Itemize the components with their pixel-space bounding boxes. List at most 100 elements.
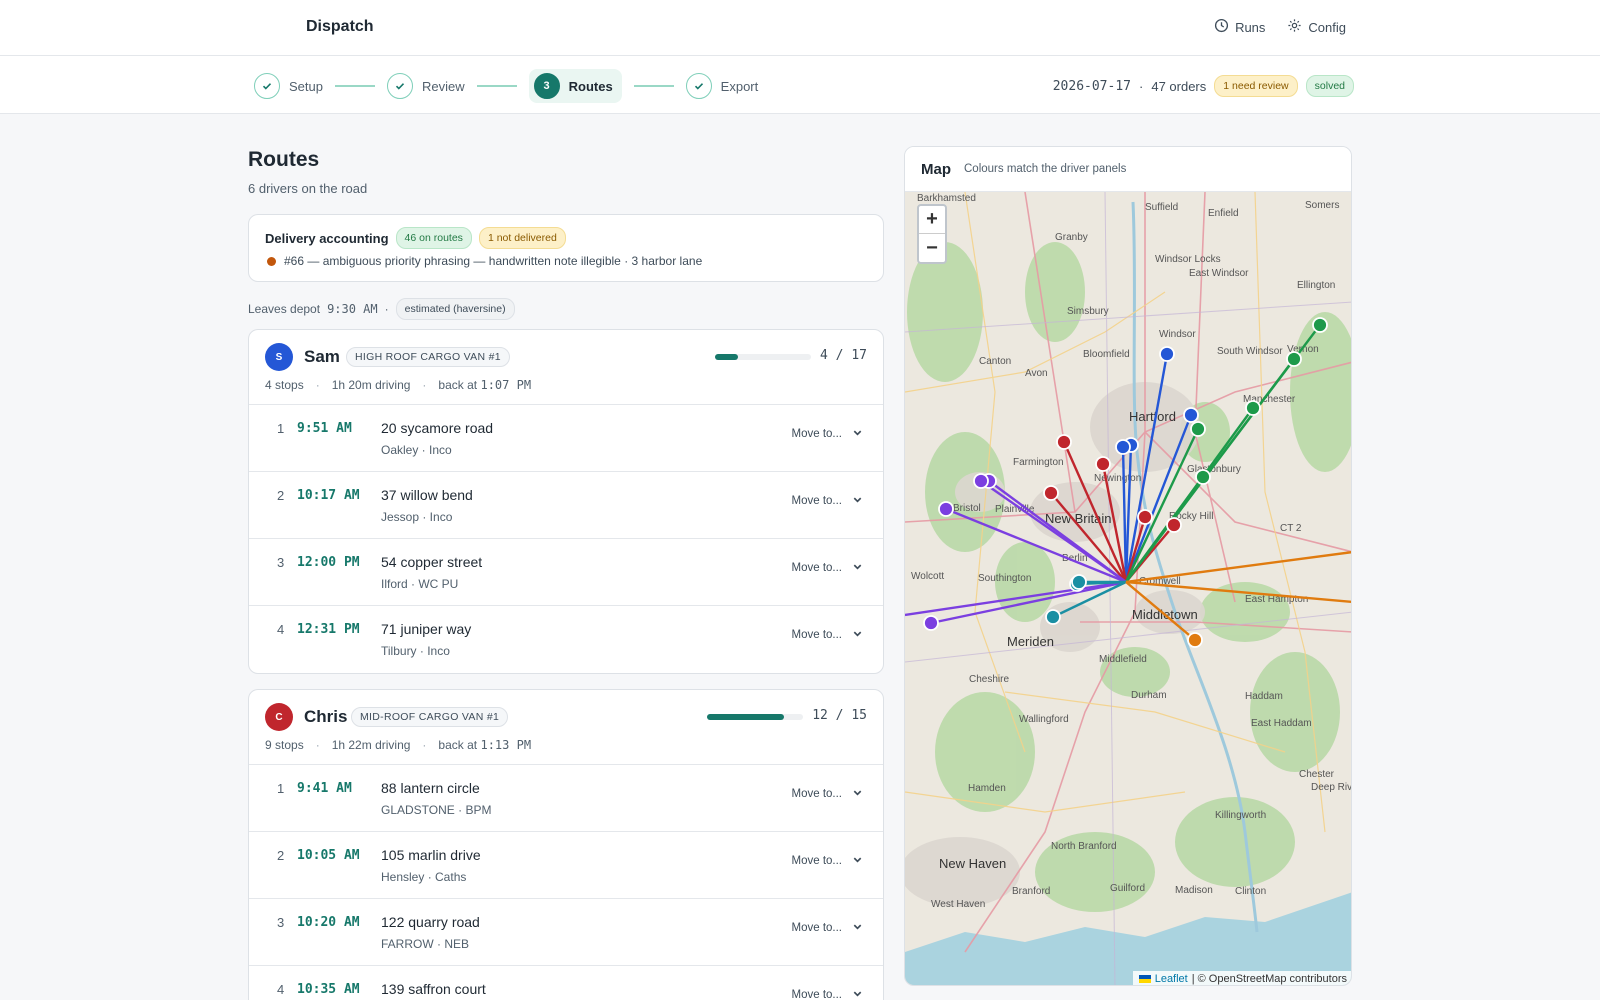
map-place-label: Meriden	[1007, 634, 1054, 649]
stop-marker[interactable]	[923, 615, 939, 631]
stop-marker[interactable]	[1166, 517, 1182, 533]
undelivered-issue[interactable]: #66 — ambiguous priority phrasing — hand…	[284, 254, 702, 268]
zoom-out-button[interactable]: −	[919, 234, 945, 262]
stop-marker[interactable]	[1045, 609, 1061, 625]
config-link[interactable]: Config	[1287, 18, 1346, 36]
map-place-label: Simsbury	[1067, 306, 1109, 317]
map-place-label: Durham	[1131, 690, 1167, 701]
map-card: Map Colours match the driver panels + −	[904, 146, 1352, 986]
step-setup[interactable]: Setup	[254, 69, 323, 103]
stop-marker[interactable]	[973, 473, 989, 489]
stop-marker[interactable]	[1195, 469, 1211, 485]
step-connector	[334, 85, 375, 87]
stop-marker[interactable]	[1312, 317, 1328, 333]
step-label: Routes	[568, 78, 613, 94]
map-place-label: Canton	[979, 356, 1011, 367]
step-routes[interactable]: 3 Routes	[528, 69, 622, 103]
stepper-bar: Setup Review 3 Routes Export 2026-07-17 …	[0, 56, 1600, 114]
zoom-in-button[interactable]: +	[919, 206, 945, 234]
top-bar: Dispatch Runs Config	[0, 0, 1600, 56]
move-to-select[interactable]: Move to...	[792, 628, 864, 642]
leaflet-link[interactable]: Leaflet	[1155, 973, 1188, 985]
move-to-select[interactable]: Move to...	[792, 494, 864, 508]
move-to-select[interactable]: Move to...	[792, 921, 864, 935]
move-label: Move to...	[791, 989, 843, 1000]
stop-marker[interactable]	[1159, 346, 1175, 362]
step-export[interactable]: Export	[685, 69, 758, 103]
map-place-label: North Branford	[1051, 841, 1117, 852]
stop-marker[interactable]	[1071, 574, 1087, 590]
stop-number: 4	[277, 622, 285, 637]
back-label: back at	[438, 738, 478, 752]
run-date: 2026-07-17	[1052, 78, 1131, 94]
stop-marker[interactable]	[1190, 421, 1206, 437]
stop-row[interactable]: 1 9:51 AM 20 sycamore road Oakley · Inco…	[249, 405, 883, 472]
stop-marker[interactable]	[1095, 456, 1111, 472]
stop-marker[interactable]	[1115, 439, 1131, 455]
stop-marker[interactable]	[1137, 509, 1153, 525]
stop-row[interactable]: 1 9:41 AM 88 lantern circle GLADSTONE · …	[249, 765, 883, 832]
driver-panel-sam: S Sam HIGH ROOF CARGO VAN #1 4 / 17 4 st…	[248, 329, 884, 674]
stop-marker[interactable]	[1056, 434, 1072, 450]
stop-meta: GLADSTONE · BPM	[381, 803, 492, 817]
stop-meta: Hensley · Caths	[381, 870, 467, 884]
driving-time: 1h 20m driving	[331, 378, 411, 392]
move-to-select[interactable]: Move to...	[792, 561, 864, 575]
chevron-down-icon	[852, 427, 863, 441]
stop-address: 37 willow bend	[381, 487, 473, 503]
step-review[interactable]: Review	[386, 69, 465, 103]
map-place-label: Farmington	[1013, 457, 1064, 468]
map-attribution: Leaflet | © OpenStreetMap contributors	[1132, 971, 1351, 985]
stop-marker[interactable]	[1286, 351, 1302, 367]
stop-row[interactable]: 4 10:35 AM 139 saffron court Move to...	[249, 966, 883, 1000]
load-progress-fill	[715, 354, 738, 360]
stop-marker[interactable]	[1183, 407, 1199, 423]
move-label: Move to...	[791, 495, 843, 507]
clock-icon	[1214, 18, 1229, 36]
departure-label: Leaves depot	[248, 302, 321, 316]
attribution-text: | © OpenStreetMap contributors	[1191, 973, 1347, 985]
move-to-select[interactable]: Move to...	[792, 854, 864, 868]
stop-marker[interactable]	[1245, 400, 1261, 416]
runs-link[interactable]: Runs	[1214, 18, 1265, 36]
review-badge[interactable]: 1 need review	[1214, 75, 1298, 97]
step-label: Review	[421, 78, 465, 94]
map-place-label: Bloomfield	[1083, 349, 1130, 360]
stop-row[interactable]: 2 10:17 AM 37 willow bend Jessop · Inco …	[249, 472, 883, 539]
app-title[interactable]: Dispatch	[306, 18, 374, 36]
stop-row[interactable]: 3 10:20 AM 122 quarry road FARROW · NEB …	[249, 899, 883, 966]
stop-row[interactable]: 4 12:31 PM 71 juniper way Tilbury · Inco…	[249, 606, 883, 673]
stop-eta: 12:00 PM	[297, 555, 360, 570]
move-label: Move to...	[791, 562, 843, 574]
stop-address: 88 lantern circle	[381, 780, 480, 796]
stop-address: 54 copper street	[381, 554, 483, 570]
map-place-label: Branford	[1012, 886, 1050, 897]
stop-row[interactable]: 3 12:00 PM 54 copper street Ilford · WC …	[249, 539, 883, 606]
map-place-label: Windsor	[1159, 329, 1196, 340]
move-label: Move to...	[791, 428, 843, 440]
chevron-down-icon	[852, 628, 863, 642]
move-to-select[interactable]: Move to...	[792, 427, 864, 441]
map-place-label: Clinton	[1235, 886, 1266, 897]
stop-row[interactable]: 2 10:05 AM 105 marlin drive Hensley · Ca…	[249, 832, 883, 899]
map-place-label: Hartford	[1129, 409, 1176, 424]
stop-marker[interactable]	[938, 501, 954, 517]
stop-marker[interactable]	[1187, 632, 1203, 648]
stop-meta: Ilford · WC PU	[381, 577, 459, 591]
stop-marker[interactable]	[1043, 485, 1059, 501]
map-place-label: Southington	[978, 573, 1031, 584]
driver-stats: 9 stops · 1h 22m driving · back at 1:13 …	[265, 738, 531, 752]
stop-number: 4	[277, 982, 285, 997]
stop-eta: 10:35 AM	[297, 982, 360, 997]
back-label: back at	[438, 378, 478, 392]
run-meta: 2026-07-17 · 47 orders 1 need review sol…	[1053, 75, 1354, 97]
stop-eta: 10:05 AM	[297, 848, 360, 863]
map-place-label: Deep River	[1311, 782, 1352, 793]
back-time: 1:07 PM	[480, 378, 532, 392]
separator-dot: ·	[315, 738, 320, 752]
move-to-select[interactable]: Move to...	[792, 787, 864, 801]
route-map[interactable]: + − Suffield Enfield Somers Granby Winds…	[905, 192, 1352, 985]
driver-stats: 4 stops · 1h 20m driving · back at 1:07 …	[265, 378, 531, 392]
chevron-down-icon	[852, 921, 863, 935]
move-to-select[interactable]: Move to...	[792, 988, 864, 1000]
